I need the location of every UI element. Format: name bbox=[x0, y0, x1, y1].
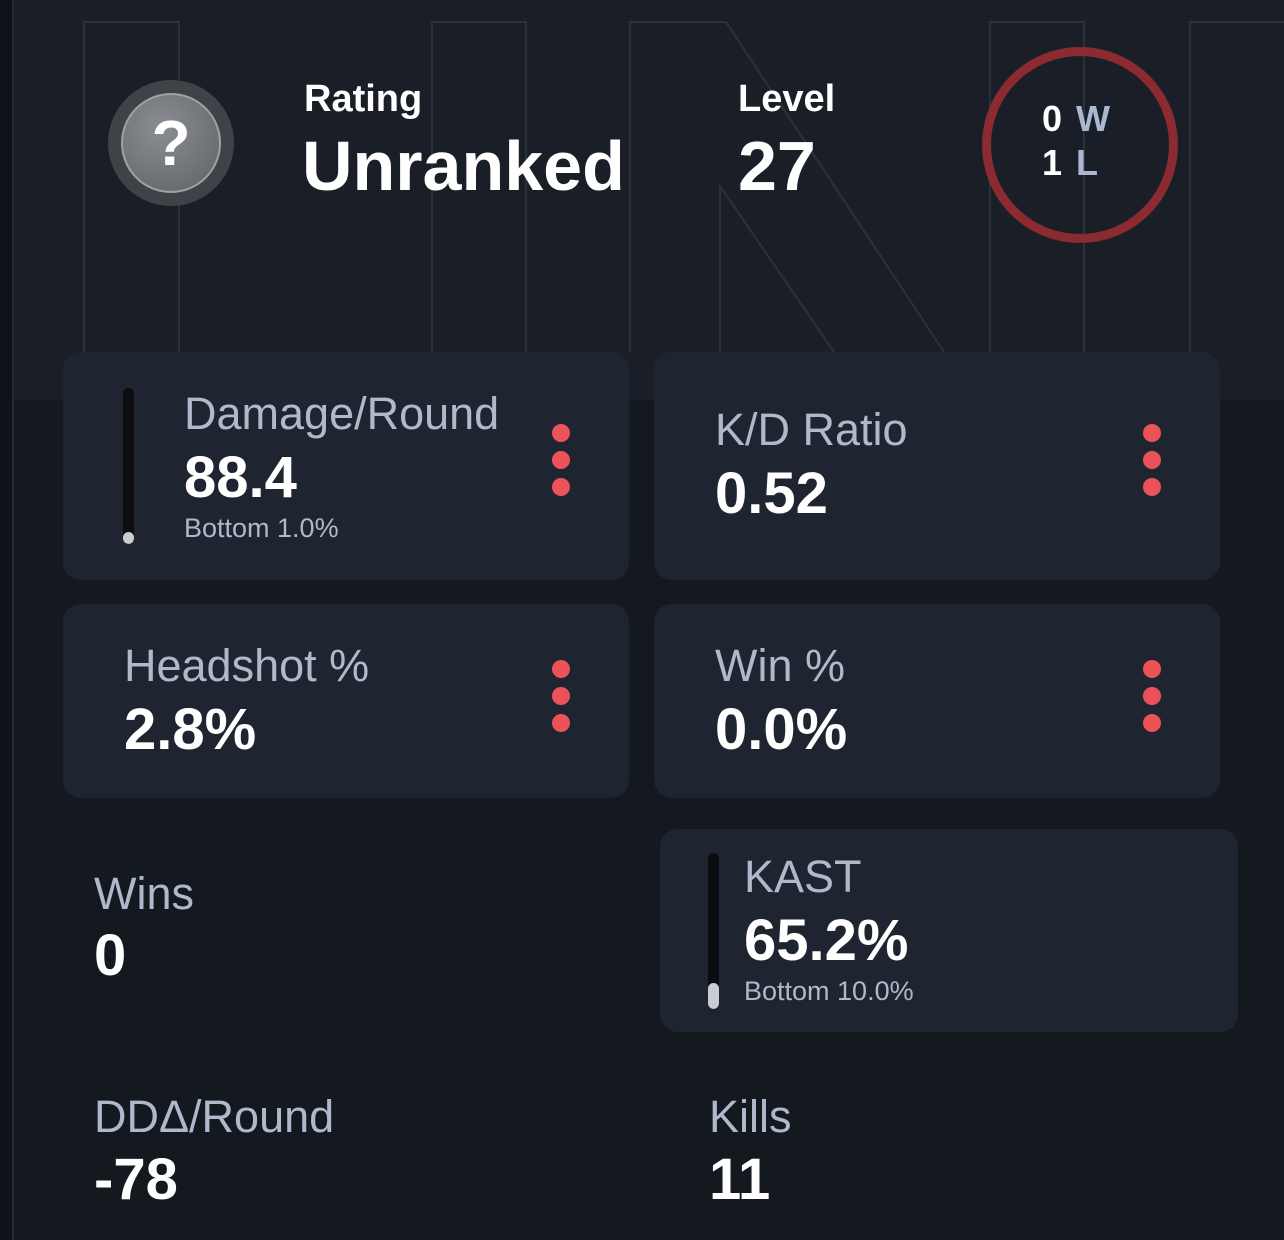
losses-letter: L bbox=[1076, 142, 1099, 183]
wins-value: 0 bbox=[94, 923, 127, 988]
level-label: Level bbox=[738, 78, 836, 120]
stat-percentile: Bottom 1.0% bbox=[184, 513, 339, 543]
question-mark-icon: ? bbox=[121, 93, 221, 193]
stat-label: KAST bbox=[744, 851, 862, 902]
stat-card-damage-round[interactable]: Damage/Round 88.4 Bottom 1.0% bbox=[63, 352, 629, 580]
stat-percentile: Bottom 10.0% bbox=[744, 976, 914, 1006]
stat-value: 65.2% bbox=[744, 908, 909, 973]
more-options-icon[interactable] bbox=[1142, 424, 1162, 496]
more-options-icon[interactable] bbox=[551, 660, 571, 732]
kills-value: 11 bbox=[709, 1147, 771, 1212]
rating-label: Rating bbox=[304, 78, 423, 120]
losses-record: 1L bbox=[1042, 142, 1098, 184]
stat-label: Headshot % bbox=[124, 640, 370, 691]
stat-card-kast[interactable]: KAST 65.2% Bottom 10.0% bbox=[660, 829, 1238, 1032]
stat-card-win-pct[interactable]: Win % 0.0% bbox=[654, 604, 1220, 798]
wins-count: 0 bbox=[1042, 98, 1063, 139]
stat-value: 2.8% bbox=[124, 697, 257, 762]
stat-value: 0.52 bbox=[715, 461, 828, 526]
stat-label: Win % bbox=[715, 640, 846, 691]
percentile-bar bbox=[123, 388, 134, 544]
percentile-bar bbox=[708, 853, 719, 1009]
percentile-bar-fill bbox=[708, 983, 719, 1009]
losses-count: 1 bbox=[1042, 142, 1063, 183]
rank-emblem: ? bbox=[108, 80, 234, 206]
percentile-bar-fill bbox=[123, 532, 134, 544]
more-options-icon[interactable] bbox=[551, 424, 571, 496]
stat-label: K/D Ratio bbox=[715, 404, 908, 455]
more-options-icon[interactable] bbox=[1142, 660, 1162, 732]
stat-label: Damage/Round bbox=[184, 388, 500, 439]
level-value: 27 bbox=[738, 127, 816, 205]
stat-value: 88.4 bbox=[184, 445, 297, 510]
kills-label: Kills bbox=[709, 1091, 792, 1142]
rating-value: Unranked bbox=[302, 127, 625, 205]
wins-record: 0W bbox=[1042, 98, 1110, 140]
wins-letter: W bbox=[1076, 98, 1111, 139]
dda-round-value: -78 bbox=[94, 1147, 178, 1212]
dda-round-label: DDΔ/Round bbox=[94, 1091, 335, 1142]
stat-value: 0.0% bbox=[715, 697, 848, 762]
wins-label: Wins bbox=[94, 868, 194, 919]
stat-card-headshot[interactable]: Headshot % 2.8% bbox=[63, 604, 629, 798]
stat-card-kd-ratio[interactable]: K/D Ratio 0.52 bbox=[654, 352, 1220, 580]
